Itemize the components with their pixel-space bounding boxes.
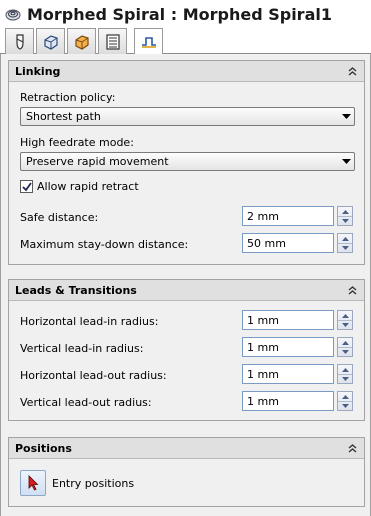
spin-up-icon[interactable]: [338, 207, 352, 216]
allow-rapid-retract-checkbox[interactable]: [20, 180, 33, 193]
collapse-icon[interactable]: [347, 285, 358, 296]
spin-down-icon[interactable]: [338, 374, 352, 383]
tab-passes[interactable]: [98, 28, 127, 54]
h-lead-out-input[interactable]: 1 mm: [242, 364, 334, 384]
safe-distance-label: Safe distance:: [20, 211, 99, 224]
h-lead-in-spinner[interactable]: [337, 310, 353, 330]
safe-distance-input[interactable]: 2 mm: [242, 206, 334, 226]
h-lead-in-label: Horizontal lead-in radius:: [20, 315, 159, 328]
v-lead-out-label: Vertical lead-out radius:: [20, 396, 152, 409]
tab-boundary[interactable]: [36, 28, 65, 54]
stay-down-distance-spinner[interactable]: [337, 233, 353, 253]
leads-header-label: Leads & Transitions: [15, 283, 137, 297]
passes-icon: [105, 33, 120, 50]
spin-up-icon[interactable]: [338, 392, 352, 401]
collapse-icon[interactable]: [347, 443, 358, 454]
boundary-icon: [43, 34, 58, 50]
tab-tool[interactable]: [5, 28, 34, 54]
geometry-icon: [74, 34, 89, 50]
h-lead-out-spinner[interactable]: [337, 364, 353, 384]
dropdown-arrow-icon: [338, 153, 354, 170]
spin-down-icon[interactable]: [338, 243, 352, 252]
collapse-icon[interactable]: [347, 66, 358, 77]
spin-down-icon[interactable]: [338, 216, 352, 225]
tab-strip: [0, 28, 371, 55]
linking-icon: [141, 37, 156, 48]
tab-linking[interactable]: [134, 28, 163, 55]
checkmark-icon: [21, 181, 32, 191]
spin-down-icon[interactable]: [338, 401, 352, 410]
high-feedrate-label: High feedrate mode:: [20, 136, 134, 149]
v-lead-in-spinner[interactable]: [337, 337, 353, 357]
leads-transitions-section: Leads & Transitions Horizontal lead-in r…: [8, 279, 365, 421]
h-lead-out-label: Horizontal lead-out radius:: [20, 369, 167, 382]
retraction-policy-dropdown[interactable]: Shortest path: [20, 107, 355, 126]
linking-section-header[interactable]: Linking: [9, 61, 364, 82]
title-bar: Morphed Spiral : Morphed Spiral1: [0, 0, 371, 28]
linking-section: Linking Retraction policy: Shortest path…: [8, 60, 365, 265]
properties-panel: Linking Retraction policy: Shortest path…: [0, 54, 371, 516]
spiral-toolpath-icon: [5, 9, 21, 21]
v-lead-out-input[interactable]: 1 mm: [242, 391, 334, 411]
tab-geometry[interactable]: [67, 28, 96, 54]
tool-icon: [15, 33, 24, 50]
spin-up-icon[interactable]: [338, 338, 352, 347]
positions-section: Positions Entry positions: [8, 437, 365, 507]
dropdown-arrow-icon: [338, 108, 354, 125]
v-lead-out-spinner[interactable]: [337, 391, 353, 411]
positions-header-label: Positions: [15, 441, 72, 455]
entry-positions-button[interactable]: [20, 470, 46, 496]
stay-down-distance-label: Maximum stay-down distance:: [20, 238, 189, 251]
positions-section-header[interactable]: Positions: [9, 438, 364, 459]
high-feedrate-value: Preserve rapid movement: [26, 155, 169, 168]
spin-up-icon[interactable]: [338, 365, 352, 374]
allow-rapid-retract-label: Allow rapid retract: [37, 180, 139, 193]
linking-header-label: Linking: [15, 64, 61, 78]
v-lead-in-label: Vertical lead-in radius:: [20, 342, 144, 355]
safe-distance-spinner[interactable]: [337, 206, 353, 226]
pointer-select-icon: [28, 475, 39, 491]
stay-down-distance-input[interactable]: 50 mm: [242, 233, 334, 253]
h-lead-in-input[interactable]: 1 mm: [242, 310, 334, 330]
spin-down-icon[interactable]: [338, 347, 352, 356]
entry-positions-label: Entry positions: [52, 477, 135, 490]
retraction-policy-value: Shortest path: [26, 110, 101, 123]
spin-up-icon[interactable]: [338, 311, 352, 320]
v-lead-in-input[interactable]: 1 mm: [242, 337, 334, 357]
retraction-policy-label: Retraction policy:: [20, 91, 116, 104]
leads-section-header[interactable]: Leads & Transitions: [9, 280, 364, 301]
allow-rapid-retract-row[interactable]: Allow rapid retract: [20, 180, 139, 193]
spin-up-icon[interactable]: [338, 234, 352, 243]
high-feedrate-dropdown[interactable]: Preserve rapid movement: [20, 152, 355, 171]
window-title: Morphed Spiral : Morphed Spiral1: [27, 4, 332, 24]
spin-down-icon[interactable]: [338, 320, 352, 329]
